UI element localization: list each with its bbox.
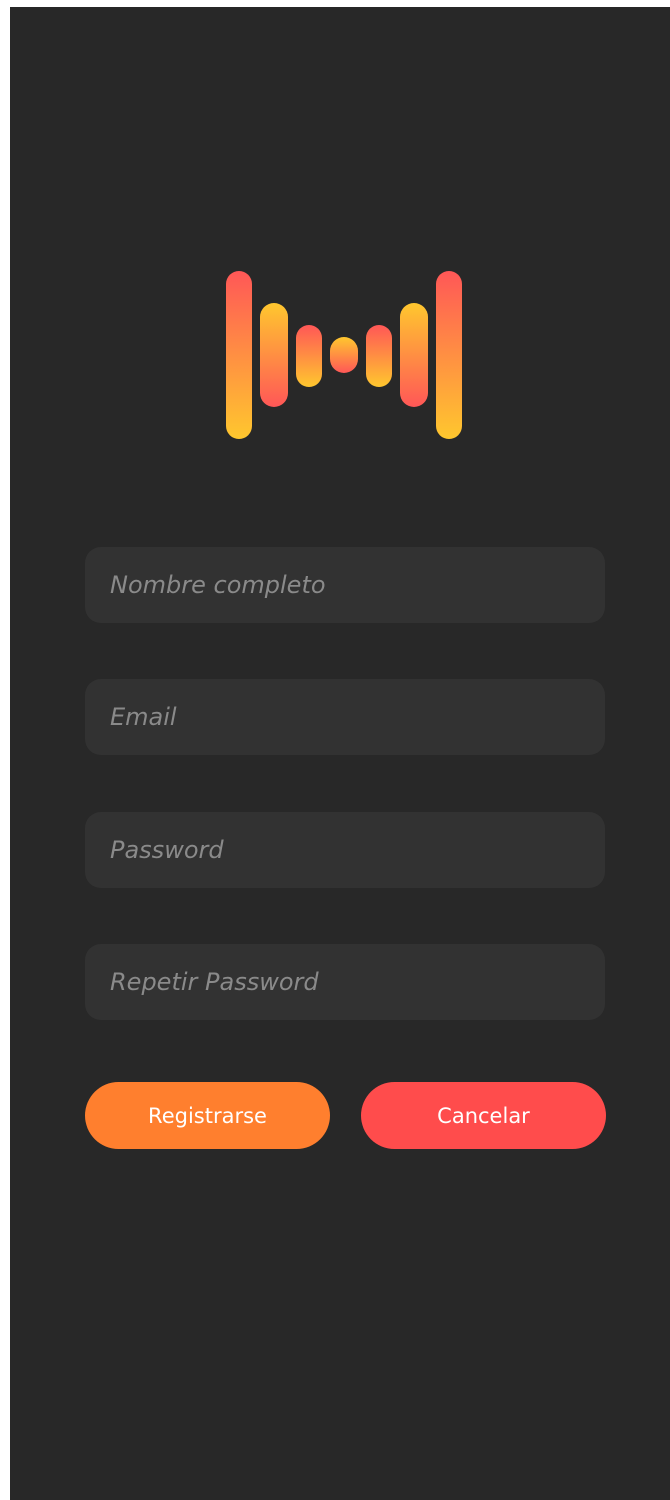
repeat-password-input[interactable] — [110, 968, 580, 996]
logo-bar — [260, 303, 288, 407]
register-screen: Registrarse Cancelar — [10, 7, 670, 1500]
logo-bar — [330, 337, 358, 373]
register-button[interactable]: Registrarse — [85, 1082, 330, 1149]
soundwave-logo-icon — [226, 271, 462, 439]
full-name-input[interactable] — [110, 571, 580, 599]
logo-bar — [226, 271, 252, 439]
logo-bar — [436, 271, 462, 439]
full-name-field[interactable] — [85, 547, 605, 623]
logo-bar — [400, 303, 428, 407]
repeat-password-field[interactable] — [85, 944, 605, 1020]
password-input[interactable] — [110, 836, 580, 864]
password-field[interactable] — [85, 812, 605, 888]
cancel-button[interactable]: Cancelar — [361, 1082, 606, 1149]
logo-bar — [296, 325, 322, 387]
email-input[interactable] — [110, 703, 580, 731]
email-field[interactable] — [85, 679, 605, 755]
logo-bar — [366, 325, 392, 387]
